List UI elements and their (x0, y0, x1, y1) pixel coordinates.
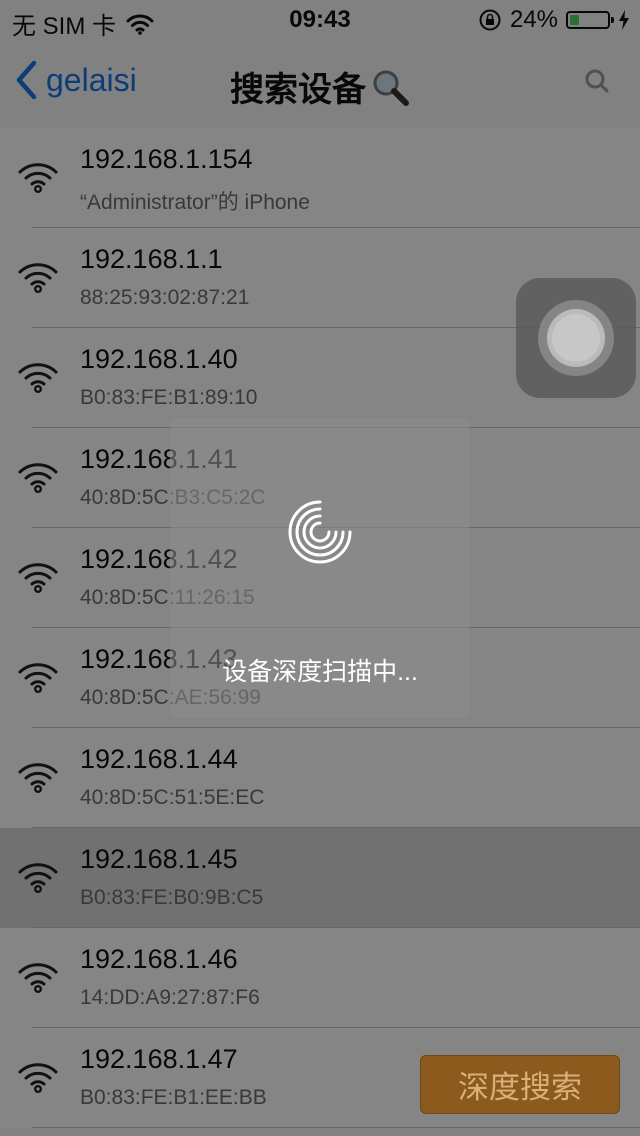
radar-spinner-icon (288, 500, 352, 564)
assistive-touch-center (552, 314, 600, 362)
assistive-touch-button[interactable] (516, 278, 636, 398)
deep-search-button[interactable]: 深度搜索 (420, 1055, 620, 1114)
scanning-hud: 设备深度扫描中... (170, 418, 470, 718)
scanning-status-text: 设备深度扫描中... (222, 658, 418, 686)
